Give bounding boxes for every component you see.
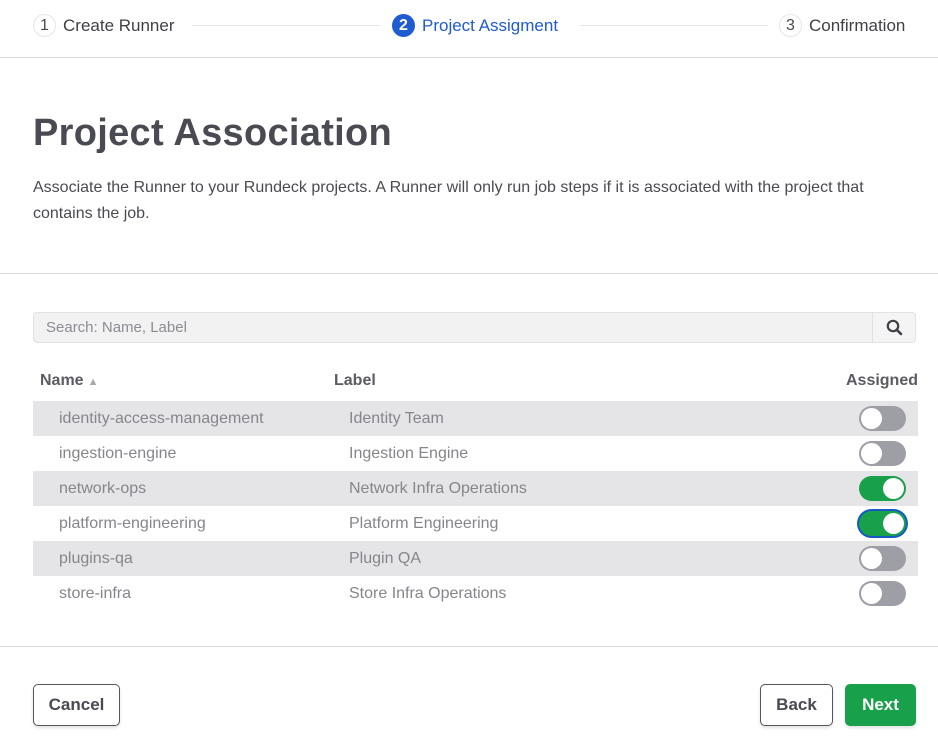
- table-row: plugins-qa Plugin QA: [33, 541, 918, 576]
- cancel-button[interactable]: Cancel: [33, 684, 120, 726]
- toggle-knob: [861, 583, 882, 604]
- step-create-runner[interactable]: 1 Create Runner: [33, 13, 175, 38]
- step-number: 2: [392, 14, 415, 37]
- search-bar: [33, 312, 916, 343]
- search-input[interactable]: [33, 312, 872, 343]
- step-connector: [192, 25, 380, 26]
- project-name: identity-access-management: [59, 410, 264, 427]
- project-name: store-infra: [59, 585, 132, 602]
- table-row: platform-engineering Platform Engineerin…: [33, 506, 918, 541]
- project-label: Store Infra Operations: [349, 585, 507, 602]
- column-header-name[interactable]: Name ▲: [40, 372, 98, 390]
- wizard-stepper: 1 Create Runner 2 Project Assigment 3 Co…: [0, 0, 938, 58]
- search-button[interactable]: [872, 312, 916, 343]
- project-label: Network Infra Operations: [349, 480, 527, 497]
- toggle-knob: [861, 408, 882, 429]
- sort-ascending-icon: ▲: [87, 376, 99, 388]
- assigned-toggle[interactable]: [859, 476, 906, 501]
- project-label: Plugin QA: [349, 550, 422, 567]
- step-label: Create Runner: [63, 15, 175, 35]
- project-label: Identity Team: [349, 410, 444, 427]
- toggle-knob: [883, 478, 904, 499]
- table-row: network-ops Network Infra Operations: [33, 471, 918, 506]
- table-row: ingestion-engine Ingestion Engine: [33, 436, 918, 471]
- step-number: 1: [33, 14, 56, 37]
- step-connector: [580, 25, 768, 26]
- assigned-toggle[interactable]: [859, 406, 906, 431]
- column-header-assigned[interactable]: Assigned: [846, 372, 918, 390]
- toggle-knob: [861, 443, 882, 464]
- project-name: ingestion-engine: [59, 445, 177, 462]
- assigned-toggle[interactable]: [859, 546, 906, 571]
- divider: [0, 646, 938, 647]
- column-header-name-label: Name: [40, 372, 84, 389]
- page-title: Project Association: [33, 112, 393, 154]
- step-number: 3: [779, 14, 802, 37]
- project-label: Platform Engineering: [349, 515, 499, 532]
- project-name: plugins-qa: [59, 550, 133, 567]
- column-header-label[interactable]: Label: [334, 372, 376, 390]
- back-button[interactable]: Back: [760, 684, 833, 726]
- table-row: store-infra Store Infra Operations: [33, 576, 918, 611]
- assigned-toggle[interactable]: [859, 511, 906, 536]
- step-project-assignment[interactable]: 2 Project Assigment: [392, 13, 558, 38]
- project-label: Ingestion Engine: [349, 445, 469, 462]
- step-label: Project Assigment: [422, 15, 559, 35]
- search-icon: [886, 319, 902, 336]
- assigned-toggle[interactable]: [859, 581, 906, 606]
- assigned-toggle[interactable]: [859, 441, 906, 466]
- toggle-knob: [883, 513, 904, 534]
- divider: [0, 273, 938, 274]
- projects-table: Name ▲ Label Assigned identity-access-man…: [33, 366, 918, 611]
- table-header: Name ▲ Label Assigned: [33, 366, 918, 401]
- step-confirmation[interactable]: 3 Confirmation: [779, 13, 905, 38]
- next-button[interactable]: Next: [845, 684, 916, 726]
- step-label: Confirmation: [809, 15, 906, 35]
- project-name: platform-engineering: [59, 515, 206, 532]
- project-name: network-ops: [59, 480, 147, 497]
- toggle-knob: [861, 548, 882, 569]
- page-description: Associate the Runner to your Rundeck pro…: [33, 179, 864, 222]
- table-row: identity-access-management Identity Team: [33, 401, 918, 436]
